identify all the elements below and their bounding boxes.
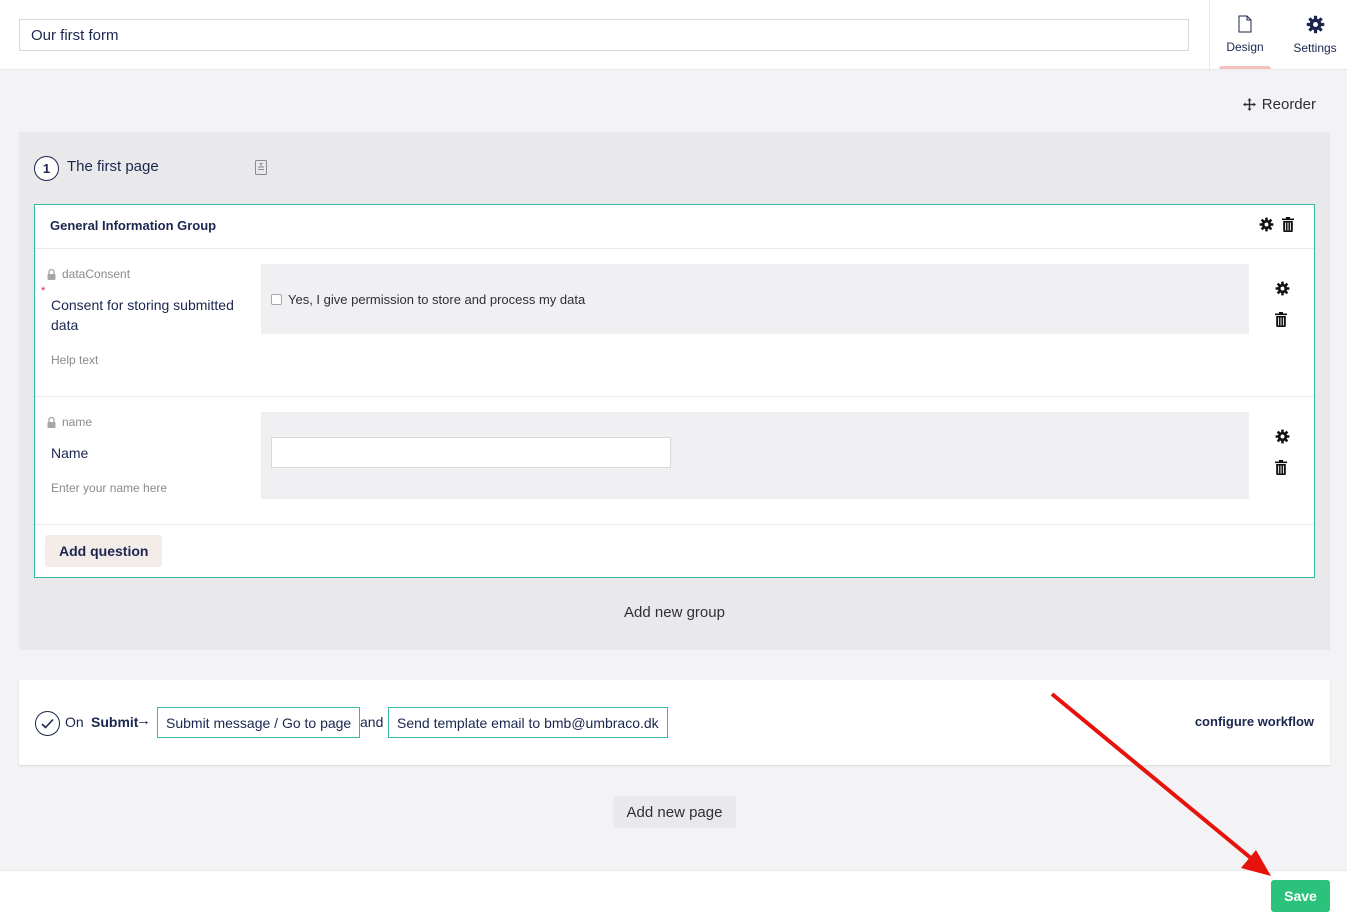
question-help-text: Enter your name here [51, 481, 168, 495]
question-alias-text: dataConsent [62, 267, 131, 281]
lock-icon [47, 416, 56, 428]
tab-settings-label: Settings [1293, 41, 1337, 55]
workflow-on-label: On [65, 714, 84, 730]
reorder-button[interactable]: Reorder [1242, 96, 1316, 113]
save-button[interactable]: Save [1271, 880, 1330, 912]
question-preview [261, 412, 1249, 499]
workflow-check-icon [35, 711, 60, 736]
editor-footer [0, 870, 1347, 919]
tab-design-label: Design [1226, 40, 1264, 54]
add-new-group-button[interactable]: Add new group [19, 604, 1330, 621]
form-group: General Information Group dataConsent * … [34, 204, 1315, 578]
question-alias-text: name [62, 415, 93, 429]
page-number-badge: 1 [34, 156, 59, 181]
workflow-step-submit-message[interactable]: Submit message / Go to page [157, 707, 361, 738]
consent-checkbox-label: Yes, I give permission to store and proc… [288, 292, 586, 308]
lock-icon [47, 268, 56, 280]
question-settings-gear-icon[interactable] [1275, 429, 1290, 444]
question-help-text: Help text [51, 353, 99, 367]
tab-settings[interactable]: Settings [1280, 0, 1347, 69]
consent-checkbox[interactable] [271, 294, 282, 306]
question-actions [1275, 429, 1290, 475]
question-delete-trash-icon[interactable] [1275, 460, 1287, 475]
workflow-arrow: → [136, 712, 151, 729]
editor-header: Design Settings [0, 0, 1347, 70]
editor-tabs: Design Settings [1209, 0, 1347, 69]
group-settings-gear-icon[interactable] [1259, 217, 1274, 232]
name-text-field-preview[interactable] [271, 437, 671, 468]
group-delete-trash-icon[interactable] [1282, 217, 1294, 232]
page-title[interactable]: The first page [67, 158, 159, 175]
workflow-summary: On Submit → Submit message / Go to page … [19, 680, 1330, 765]
question-preview: Yes, I give permission to store and proc… [261, 264, 1249, 334]
add-question-button[interactable]: Add question [45, 535, 163, 567]
workflow-step-send-email[interactable]: Send template email to bmb@umbraco.dk [388, 707, 668, 738]
question-caption: Consent for storing submitted data [51, 297, 234, 333]
question-name[interactable]: name Name Enter your name here [35, 397, 1314, 525]
question-caption: Name [51, 445, 89, 461]
configure-workflow-link[interactable]: configure workflow [1195, 714, 1314, 729]
required-marker: * [41, 285, 46, 297]
add-new-page-button[interactable]: Add new page [613, 796, 736, 828]
reorder-label: Reorder [1261, 96, 1316, 113]
workflow-submit-label: Submit [91, 714, 139, 730]
question-alias: dataConsent [47, 267, 130, 281]
form-page: 1 The first page General Information Gro… [19, 132, 1330, 650]
question-delete-trash-icon[interactable] [1275, 312, 1287, 327]
move-icon [1242, 98, 1256, 111]
question-alias: name [47, 415, 92, 429]
form-name-input[interactable] [19, 19, 1189, 51]
tab-design[interactable]: Design [1210, 0, 1280, 69]
page-delete-icon[interactable] [255, 160, 267, 175]
group-header: General Information Group [35, 205, 1314, 249]
document-icon [1238, 15, 1252, 33]
group-actions [1259, 217, 1294, 232]
workflow-and-label: and [360, 714, 384, 730]
question-settings-gear-icon[interactable] [1275, 281, 1290, 296]
gear-icon [1306, 15, 1324, 34]
group-title[interactable]: General Information Group [50, 218, 216, 233]
question-dataconsent[interactable]: dataConsent * Consent for storing submit… [35, 249, 1314, 397]
question-actions [1275, 281, 1290, 327]
